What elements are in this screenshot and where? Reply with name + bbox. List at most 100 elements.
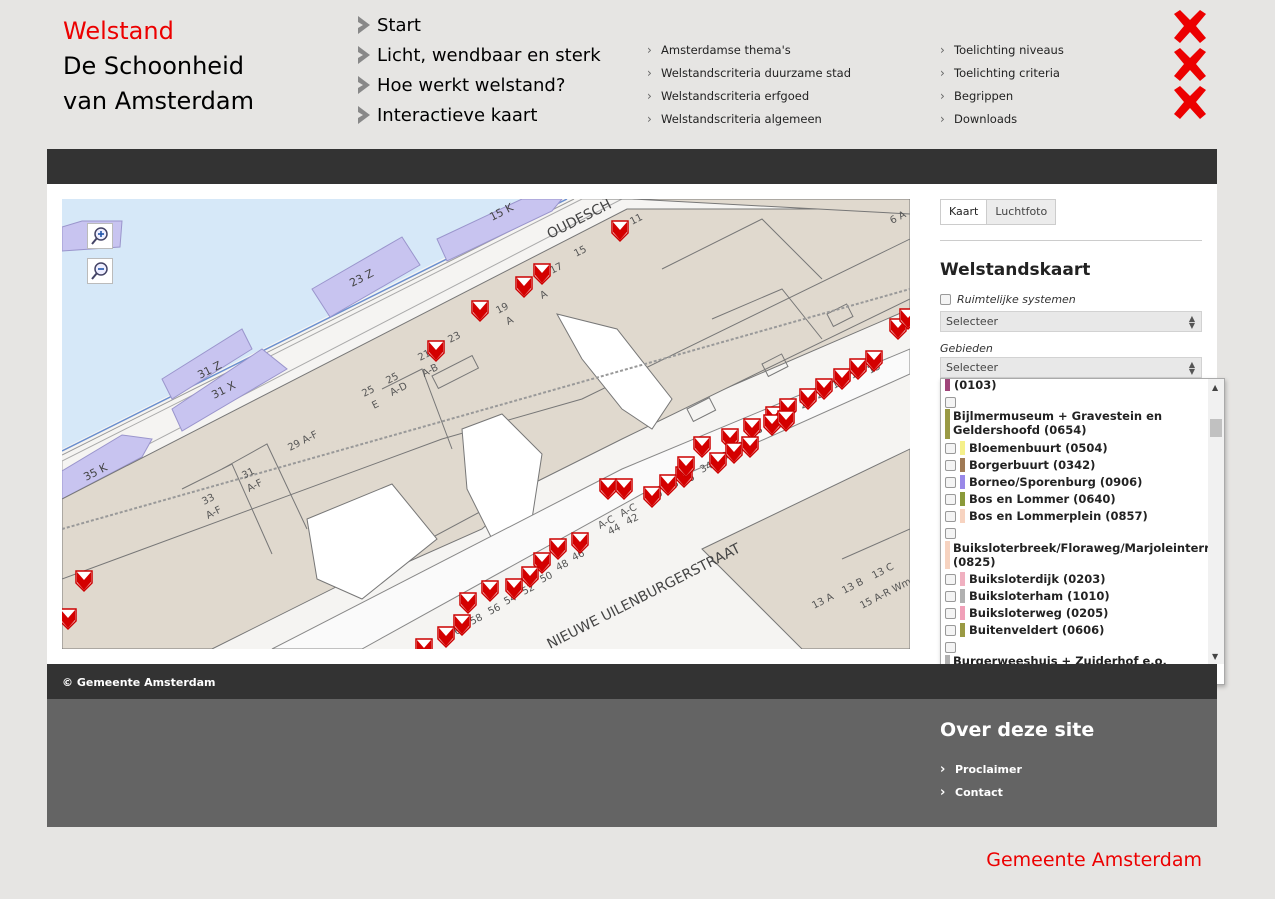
zoom-in-icon [91, 227, 108, 245]
gebied-color-swatch [960, 441, 965, 455]
nav-start[interactable]: Start [355, 10, 601, 40]
gebied-option-label: Borgerbuurt (0342) [969, 458, 1096, 472]
top-dark-bar [47, 149, 1217, 184]
gebied-option-label-2: Geldershoofd (0654) [953, 423, 1087, 437]
nav-interactieve-kaart[interactable]: Interactieve kaart [355, 100, 601, 130]
map-number: 48 [554, 558, 570, 574]
monument-marker-icon[interactable] [741, 436, 759, 459]
subnav-amsterdamse-themas[interactable]: › Amsterdamse thema's [647, 38, 851, 61]
gebied-option-label: Bijlmermuseum + Gravestein en [953, 409, 1163, 423]
ruimtelijke-systemen-row: Ruimtelijke systemen [940, 293, 1076, 306]
gemeente-amsterdam-logo[interactable]: Gemeente Amsterdam [986, 849, 1202, 871]
gebieden-dropdown[interactable]: (0103) Bijlmermuseum + Gravestein en Gel… [940, 378, 1225, 685]
zoom-out-button[interactable] [87, 258, 113, 284]
footer-link-proclaimer[interactable]: › Proclaimer [940, 762, 1022, 777]
chevron-right-icon: › [940, 65, 945, 80]
monument-marker-icon[interactable] [659, 474, 677, 497]
copyright-bar [47, 664, 1217, 699]
subnav-label: Welstandscriteria algemeen [661, 111, 822, 126]
monument-marker-icon[interactable] [415, 638, 433, 649]
andreas-cross-icon [1174, 10, 1206, 119]
dropdown-vertical-scrollbar[interactable]: ▲ ▼ [1208, 379, 1224, 665]
map-canvas[interactable]: OUDESCH NIEUWE UILENBURGERSTRAAT 15 K 23… [62, 199, 910, 649]
zoom-in-button[interactable] [87, 223, 113, 249]
gebied-checkbox[interactable] [945, 591, 956, 602]
select-caret-icon: ▲ ▼ [1188, 360, 1195, 376]
gebied-option-label: Bloemenbuurt (0504) [969, 441, 1108, 455]
gebied-checkbox[interactable] [945, 477, 956, 488]
gebied-color-swatch [960, 623, 965, 637]
gebied-checkbox[interactable] [945, 642, 956, 653]
monument-marker-icon[interactable] [549, 538, 567, 561]
gebied-color-swatch [945, 409, 950, 439]
ruimtelijke-systemen-checkbox[interactable] [940, 294, 951, 305]
gebied-checkbox[interactable] [945, 511, 956, 522]
subnav-algemeen[interactable]: › Welstandscriteria algemeen [647, 107, 851, 130]
subnav-erfgoed[interactable]: › Welstandscriteria erfgoed [647, 84, 851, 107]
monument-marker-icon[interactable] [459, 592, 477, 615]
gebied-color-swatch [960, 492, 965, 506]
gebied-option-label: Buitenveldert (0606) [969, 623, 1105, 637]
subnav-begrippen[interactable]: › Begrippen [940, 84, 1064, 107]
site-brand[interactable]: Welstand De Schoonheid van Amsterdam [63, 14, 254, 119]
gebieden-select[interactable]: Selecteer ▲ ▼ [940, 357, 1202, 378]
map-viewport[interactable]: OUDESCH NIEUWE UILENBURGERSTRAAT 15 K 23… [62, 199, 910, 649]
nav-hoe-werkt[interactable]: Hoe werkt welstand? [355, 70, 601, 100]
gebied-checkbox[interactable] [945, 528, 956, 539]
gebied-checkbox[interactable] [945, 574, 956, 585]
subnav-label: Amsterdamse thema's [661, 42, 791, 57]
chevron-right-icon: › [940, 785, 946, 800]
subnav-toelichting-criteria[interactable]: › Toelichting criteria [940, 61, 1064, 84]
gebied-option-label: Buiksloterbreek/Floraweg/Marjoleinterre [953, 541, 1209, 555]
monument-marker-icon[interactable] [643, 486, 661, 509]
gebied-color-swatch [960, 606, 965, 620]
gebied-color-swatch [945, 541, 950, 569]
subnav-label: Downloads [954, 111, 1018, 126]
footer-link-label: Contact [955, 786, 1003, 799]
gebieden-label: Gebieden [940, 342, 993, 355]
tab-kaart[interactable]: Kaart [940, 199, 988, 225]
subnav-duurzame-stad[interactable]: › Welstandscriteria duurzame stad [647, 61, 851, 84]
gebied-color-swatch [960, 458, 965, 472]
gebied-option-label: Buiksloterweg (0205) [969, 606, 1109, 620]
chevron-right-icon: › [940, 762, 946, 777]
arrow-right-icon [355, 75, 375, 95]
gebied-checkbox[interactable] [945, 625, 956, 636]
arrow-right-icon [355, 105, 375, 125]
gebied-checkbox[interactable] [945, 397, 956, 408]
gebied-checkbox[interactable] [945, 494, 956, 505]
gebied-option-label: (0103) [954, 379, 997, 392]
brand-welstand: Welstand [63, 17, 174, 45]
gebied-option-label: Bos en Lommerplein (0857) [969, 509, 1148, 523]
gebied-option-label: Buiksloterdijk (0203) [969, 572, 1106, 586]
gebied-checkbox[interactable] [945, 608, 956, 619]
brand-line-3: van Amsterdam [63, 87, 254, 115]
nav-licht[interactable]: Licht, wendbaar en sterk [355, 40, 601, 70]
gebieden-options: (0103) Bijlmermuseum + Gravestein en Gel… [941, 379, 1209, 665]
gebied-color-swatch [945, 379, 950, 391]
gebied-option-label: Buiksloterham (1010) [969, 589, 1110, 603]
subnav-label: Welstandscriteria duurzame stad [661, 65, 852, 80]
gebied-checkbox[interactable] [945, 443, 956, 454]
monument-marker-icon[interactable] [571, 532, 589, 555]
gebied-color-swatch [960, 589, 965, 603]
monument-marker-icon[interactable] [481, 580, 499, 603]
gebied-checkbox[interactable] [945, 460, 956, 471]
select-value: Selecteer [946, 361, 998, 374]
gebied-option-label: Borneo/Sporenburg (0906) [969, 475, 1143, 489]
monument-marker-icon[interactable] [521, 566, 539, 589]
map-type-tabs: Kaart Luchtfoto [940, 199, 1057, 225]
monument-marker-icon[interactable] [437, 626, 455, 649]
gebied-option-label: Bos en Lommer (0640) [969, 492, 1116, 506]
select-caret-icon: ▲ ▼ [1188, 314, 1195, 330]
select-value: Selecteer [946, 315, 998, 328]
scrollbar-thumb[interactable] [1210, 419, 1222, 437]
scroll-down-icon[interactable]: ▼ [1212, 652, 1218, 661]
tab-luchtfoto[interactable]: Luchtfoto [987, 199, 1057, 225]
ruimtelijke-systemen-select[interactable]: Selecteer ▲ ▼ [940, 311, 1202, 332]
subnav-downloads[interactable]: › Downloads [940, 107, 1064, 130]
footer-link-contact[interactable]: › Contact [940, 785, 1003, 800]
subnav-toelichting-niveaus[interactable]: › Toelichting niveaus [940, 38, 1064, 61]
chevron-right-icon: › [647, 88, 652, 103]
scroll-up-icon[interactable]: ▲ [1212, 383, 1218, 392]
